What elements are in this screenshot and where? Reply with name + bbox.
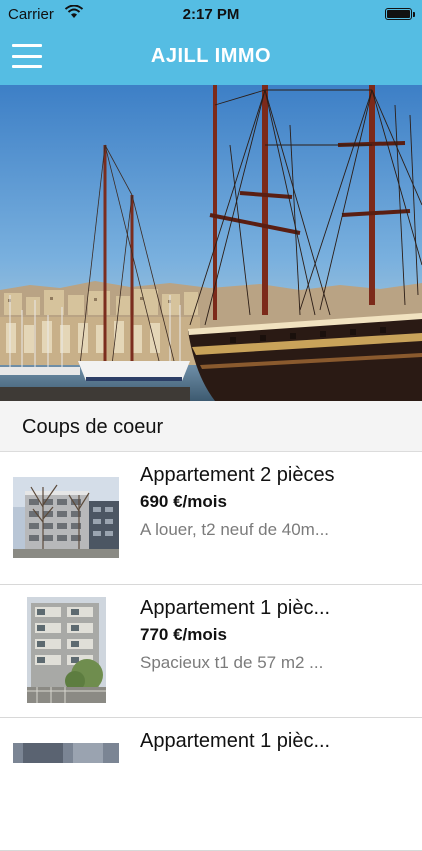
listing-price: 690 €/mois <box>140 492 227 511</box>
top-bar: Carrier 2:17 PM AJILL IMMO <box>0 0 422 85</box>
list-item[interactable]: Appartement 1 pièc... <box>0 718 422 851</box>
listing-price: 770 €/mois <box>140 625 227 644</box>
status-bar: Carrier 2:17 PM <box>0 0 422 30</box>
list-item[interactable]: Appartement 2 pièces 690 €/mois A louer,… <box>0 452 422 585</box>
listing-description: A louer, t2 neuf de 40m... <box>140 520 330 539</box>
listing-list[interactable]: Appartement 2 pièces 690 €/mois A louer,… <box>0 452 422 851</box>
listing-thumbnail <box>27 597 106 703</box>
navigation-bar: AJILL IMMO <box>0 30 422 85</box>
listing-title: Appartement 1 pièc... <box>140 597 331 619</box>
list-item[interactable]: Appartement 1 pièc... 770 €/mois Spacieu… <box>0 585 422 718</box>
section-header: Coups de coeur <box>0 401 422 452</box>
section-title: Coups de coeur <box>22 416 164 438</box>
listing-title: Appartement 2 pièces <box>140 464 335 486</box>
listing-thumbnail <box>13 477 119 558</box>
listing-thumbnail <box>13 743 119 763</box>
status-time: 2:17 PM <box>182 6 240 23</box>
hero-banner-image <box>0 85 422 401</box>
listing-description: Spacieux t1 de 57 m2 ... <box>140 653 324 672</box>
battery-icon <box>385 8 415 20</box>
app-title: AJILL IMMO <box>150 45 272 67</box>
